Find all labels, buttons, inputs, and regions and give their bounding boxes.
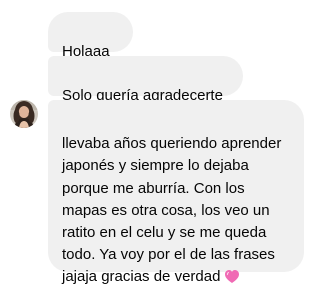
contact-avatar[interactable] bbox=[10, 100, 38, 128]
message-bubble-2[interactable]: Solo quería agradecerte bbox=[48, 56, 243, 123]
message-bubble-3[interactable]: llevaba años queriendo aprender japonés … bbox=[48, 100, 304, 285]
message-bubble-1[interactable]: Holaaa bbox=[48, 12, 133, 60]
pink-heart-emoji-icon bbox=[224, 269, 240, 291]
message-text: llevaba años queriendo aprender japonés … bbox=[62, 135, 282, 286]
